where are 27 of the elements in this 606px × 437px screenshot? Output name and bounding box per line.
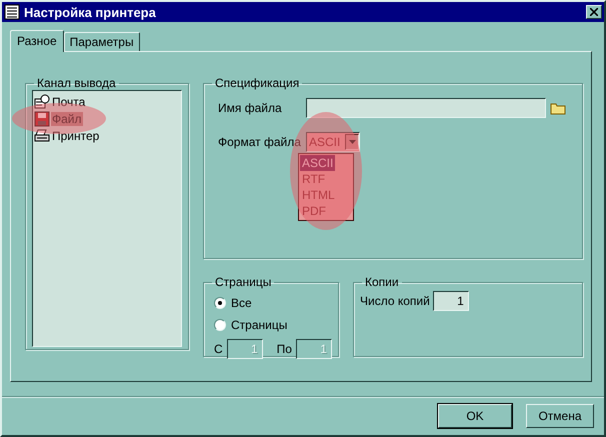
field-label: Формат файла bbox=[217, 135, 302, 149]
group-title: Страницы bbox=[214, 275, 272, 289]
radio-button[interactable]: Все bbox=[214, 295, 332, 311]
group-title: Канал вывода bbox=[36, 76, 117, 90]
folder-icon[interactable] bbox=[550, 102, 566, 114]
field-label: С bbox=[213, 342, 223, 356]
window-title: Настройка принтера bbox=[24, 4, 157, 20]
printer-icon bbox=[34, 128, 50, 144]
close-icon bbox=[590, 8, 598, 16]
list-item[interactable]: Принтер bbox=[34, 127, 180, 144]
field-label: По bbox=[276, 342, 292, 356]
tab[interactable]: Параметры bbox=[64, 32, 140, 51]
input-field[interactable] bbox=[306, 98, 546, 118]
group-title: Спецификация bbox=[214, 76, 300, 90]
list-item[interactable]: Почта bbox=[34, 93, 180, 110]
envelope-icon bbox=[34, 94, 50, 110]
tab[interactable]: Разное bbox=[10, 30, 64, 52]
window-icon bbox=[4, 4, 20, 20]
dialog-button[interactable]: Отмена bbox=[526, 404, 594, 428]
field-label: Имя файла bbox=[217, 101, 283, 115]
caret-icon bbox=[348, 140, 356, 144]
close-button[interactable] bbox=[586, 5, 602, 19]
field-label: Число копий bbox=[360, 294, 430, 308]
dialog-button[interactable]: OK bbox=[438, 404, 512, 428]
input-field[interactable]: 1 bbox=[432, 291, 469, 311]
group-title: Копии bbox=[364, 275, 400, 289]
radio-button[interactable]: Страницы bbox=[214, 317, 332, 333]
